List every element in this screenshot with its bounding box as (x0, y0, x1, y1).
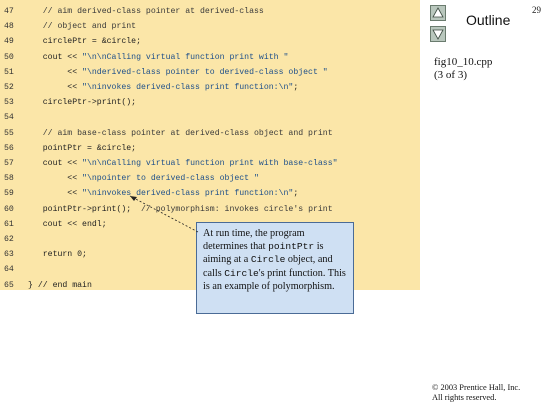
line-number: 61 (4, 219, 14, 229)
code-token: circlePtr = &circle; (28, 37, 142, 47)
code-string: "\n\nCalling virtual function print with… (82, 52, 289, 62)
line-number: 53 (4, 98, 14, 108)
code-token: << (28, 67, 83, 77)
line-number: 57 (4, 159, 14, 168)
code-comment: // aim base-class pointer at derived-cla… (28, 128, 333, 138)
line-number: 47 (4, 7, 14, 16)
copyright: © 2003 Prentice Hall, Inc. All rights re… (432, 383, 520, 403)
page-number: 29 (532, 5, 541, 15)
code-token: return 0; (28, 250, 87, 260)
line-number: 62 (4, 235, 14, 244)
code-text: << "\ninvokes derived-class print functi… (28, 186, 298, 201)
code-comment: // object and print (28, 22, 137, 32)
code-text: pointPtr->print(); // polymorphism: invo… (28, 202, 333, 217)
line-number: 54 (4, 113, 14, 123)
line-number: 51 (4, 67, 14, 77)
code-text: // object and print (28, 19, 136, 34)
code-text: pointPtr = &circle; (28, 141, 136, 156)
callout-code-circle-2: Circle (224, 267, 259, 279)
line-number: 64 (4, 265, 14, 275)
code-text: cout << "\n\nCalling virtual function pr… (28, 50, 289, 65)
callout-box: At run time, the program determines that… (196, 222, 354, 314)
code-text: cout << endl; (28, 217, 107, 232)
code-token: << (28, 189, 83, 199)
line-number: 59 (4, 189, 14, 199)
file-info: fig10_10.cpp (3 of 3) (434, 56, 492, 82)
code-text: cout << "\n\nCalling virtual function pr… (28, 156, 338, 171)
line-number: 55 (4, 128, 14, 138)
code-text: << "\ninvokes derived-class print functi… (28, 80, 298, 95)
code-token: << (28, 174, 83, 184)
code-token: } // end main (28, 280, 92, 290)
code-token: cout << (28, 52, 83, 62)
code-token: << (28, 83, 83, 92)
line-number: 48 (4, 22, 14, 32)
copyright-line-2: All rights reserved. (432, 393, 497, 402)
line-number: 56 (4, 143, 14, 153)
code-string: "\nderived-class pointer to derived-clas… (82, 67, 328, 77)
line-number: 49 (4, 37, 14, 47)
file-name: fig10_10.cpp (434, 56, 493, 68)
file-part: (3 of 3) (434, 69, 467, 81)
outline-label[interactable]: Outline (466, 12, 510, 28)
callout-code-circle-1: Circle (250, 254, 286, 266)
code-string: "\n\nCalling virtual function print with… (82, 159, 338, 168)
code-token: ; (293, 83, 299, 92)
code-string: "\ninvokes derived-class print function:… (82, 189, 294, 199)
line-number: 65 (4, 280, 14, 290)
code-comment: // polymorphism: invokes circle's print (141, 204, 333, 214)
line-number: 52 (4, 83, 14, 92)
previous-slide-button[interactable] (430, 5, 446, 21)
line-number: 63 (4, 250, 14, 260)
up-triangle-icon (432, 7, 444, 18)
callout-code-pointptr: pointPtr (268, 241, 315, 253)
next-slide-button[interactable] (430, 26, 446, 42)
code-string: "\npointer to derived-class object " (82, 174, 259, 184)
down-triangle-icon (432, 29, 444, 40)
code-text: // aim base-class pointer at derived-cla… (28, 126, 333, 141)
line-number: 60 (4, 204, 14, 214)
copyright-line-1: © 2003 Prentice Hall, Inc. (432, 383, 521, 392)
code-text: // aim derived-class pointer at derived-… (28, 4, 264, 19)
code-token: pointPtr->print(); (28, 204, 142, 214)
code-text: return 0; (28, 247, 87, 262)
code-text: circlePtr = &circle; (28, 34, 141, 49)
code-comment: // aim derived-class pointer at derived-… (28, 7, 264, 16)
line-number: 58 (4, 174, 14, 184)
code-text: << "\npointer to derived-class object " (28, 171, 259, 186)
line-number: 50 (4, 52, 14, 62)
code-token: circlePtr->print(); (28, 98, 137, 108)
code-token: cout << endl; (28, 219, 107, 229)
code-text: } // end main (28, 278, 92, 293)
code-text: << "\nderived-class pointer to derived-c… (28, 65, 328, 80)
code-token: cout << (28, 159, 83, 168)
code-token: ; (293, 189, 299, 199)
code-string: "\ninvokes derived-class print function:… (82, 83, 294, 92)
code-token: pointPtr = &circle; (28, 143, 137, 153)
code-text: circlePtr->print(); (28, 95, 136, 110)
